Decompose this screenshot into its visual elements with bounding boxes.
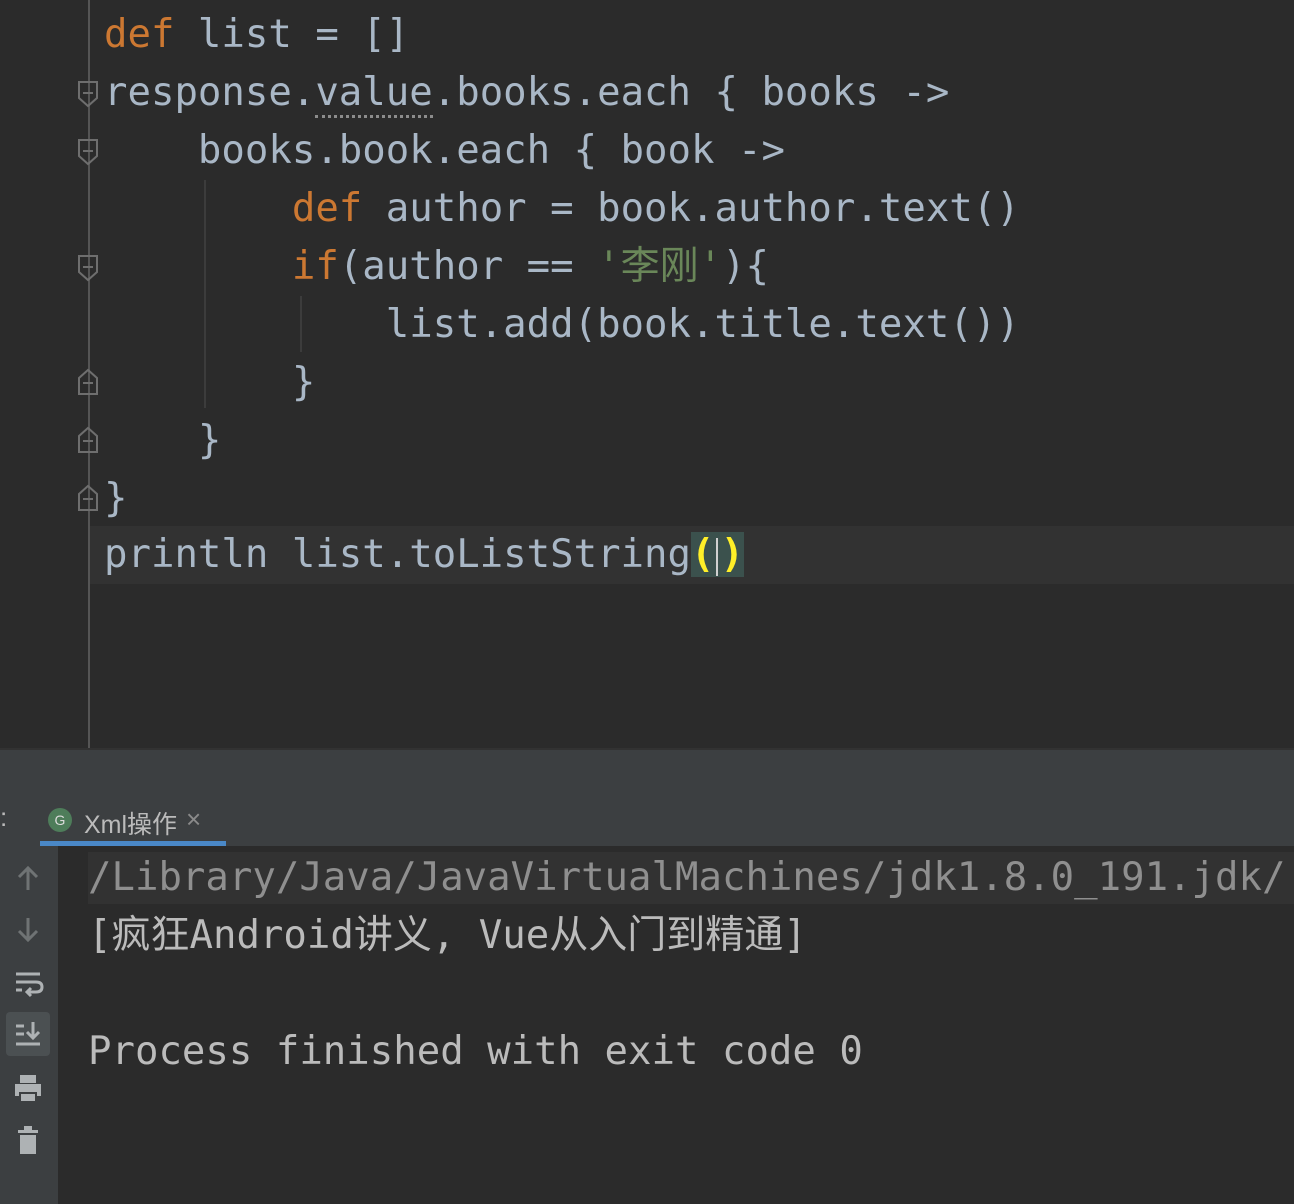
close-paren: ) <box>720 532 744 577</box>
text-caret <box>716 537 719 576</box>
soft-wrap-icon[interactable] <box>6 960 50 1004</box>
code-editor[interactable]: def list = [] response.value.books.each … <box>0 0 1294 748</box>
keyword: def <box>104 12 175 57</box>
fold-collapse-icon[interactable] <box>77 80 99 108</box>
string-literal: '李刚' <box>597 244 723 289</box>
console-command-line: /Library/Java/JavaVirtualMachines/jdk1.8… <box>88 852 1294 904</box>
fold-end-icon[interactable] <box>77 426 99 454</box>
code-line-1: def list = [] <box>104 6 409 64</box>
console-output-line: [疯狂Android讲义, Vue从入门到精通] <box>88 913 807 958</box>
close-icon[interactable]: × <box>186 804 201 835</box>
code-line-10: println list.toListString() <box>104 526 744 584</box>
code-line-6: list.add(book.title.text()) <box>104 302 1020 347</box>
code-line-8: } <box>104 418 222 463</box>
up-arrow-icon[interactable] <box>6 856 50 900</box>
keyword: def <box>291 186 363 231</box>
code-line-7: } <box>104 360 316 405</box>
fold-collapse-icon[interactable] <box>77 254 99 282</box>
code-line-3: books.book.each { book -> <box>104 128 785 173</box>
console-toolbar <box>0 846 58 1204</box>
code-text: println list.toListString <box>104 532 691 577</box>
code-text: ){ <box>722 244 770 289</box>
code-text: (author == <box>338 244 598 289</box>
keyword: if <box>291 244 339 289</box>
console-exit-line: Process finished with exit code 0 <box>88 1029 863 1074</box>
tab-xml-operations[interactable]: G Xml操作 × <box>40 794 226 846</box>
code-line-2: response.value.books.each { books -> <box>104 64 949 122</box>
groovy-file-icon: G <box>48 808 72 832</box>
fold-collapse-icon[interactable] <box>77 138 99 166</box>
fold-end-icon[interactable] <box>77 368 99 396</box>
code-text: response. <box>104 70 316 115</box>
tab-label: Xml操作 <box>84 811 178 839</box>
scroll-to-end-icon[interactable] <box>6 1012 50 1056</box>
console-output[interactable]: /Library/Java/JavaVirtualMachines/jdk1.8… <box>58 846 1294 1204</box>
code-text: author = book.author.text() <box>362 186 1020 231</box>
print-icon[interactable] <box>6 1066 50 1110</box>
tab-fragment: : <box>0 802 8 832</box>
down-arrow-icon[interactable] <box>6 908 50 952</box>
code-line-9: } <box>104 476 128 521</box>
warning-highlight: value <box>315 70 433 118</box>
matched-paren: () <box>691 532 744 577</box>
code-line-5: if(author == '李刚'){ <box>104 238 769 296</box>
trash-icon[interactable] <box>6 1118 50 1162</box>
fold-end-icon[interactable] <box>77 484 99 512</box>
code-text: list = [] <box>174 12 410 57</box>
code-line-4: def author = book.author.text() <box>104 180 1020 238</box>
panel-splitter[interactable] <box>0 748 1294 796</box>
open-paren: ( <box>691 532 715 577</box>
run-tool-window-tabs: : G Xml操作 × <box>0 794 1294 848</box>
code-text: .books.each { books -> <box>432 70 950 115</box>
